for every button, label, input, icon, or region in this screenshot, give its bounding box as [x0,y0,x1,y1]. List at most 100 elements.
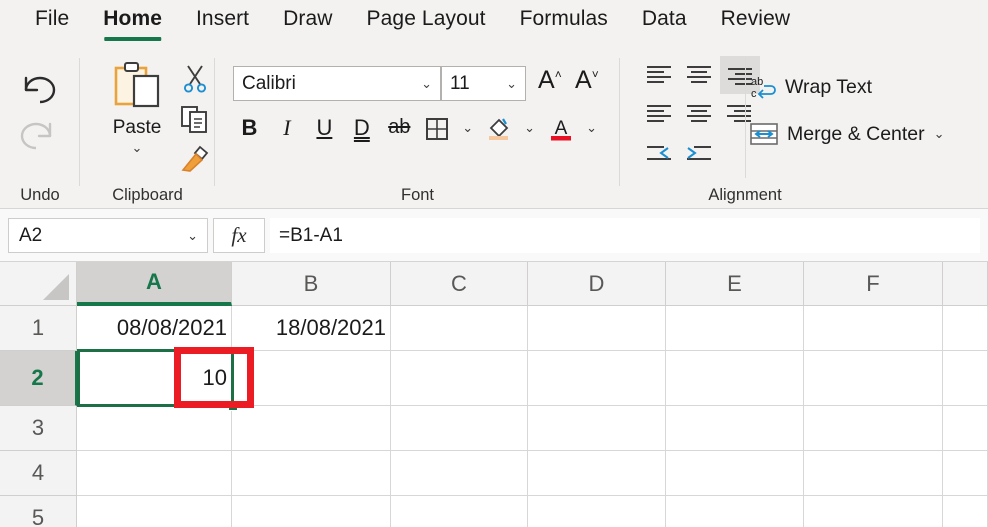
align-middle-left-icon[interactable] [640,100,678,130]
column-header-e[interactable]: E [666,262,804,306]
paste-button[interactable]: Paste ⌄ [97,62,177,154]
cell-d2[interactable] [528,351,666,406]
tab-draw[interactable]: Draw [266,0,349,48]
paste-chevron-down-icon[interactable]: ⌄ [97,141,177,154]
redo-arrow-icon[interactable] [16,116,62,161]
italic-button[interactable]: I [270,115,303,141]
cell-b1[interactable]: 18/08/2021 [232,306,391,351]
cell-f3[interactable] [804,406,943,451]
row-header-3[interactable]: 3 [0,406,77,451]
cell-a2[interactable]: 10 [77,351,232,406]
column-header-b[interactable]: B [232,262,391,306]
tab-formulas[interactable]: Formulas [503,0,625,48]
cell-c4[interactable] [391,451,528,496]
column-header-c[interactable]: C [391,262,528,306]
cell-g2[interactable] [943,351,988,406]
cell-e2[interactable] [666,351,804,406]
decrease-indent-icon[interactable] [640,140,678,170]
double-underline-button[interactable]: D [345,115,378,141]
cell-d3[interactable] [528,406,666,451]
row-header-5[interactable]: 5 [0,496,77,527]
fill-color-icon[interactable] [482,114,515,141]
group-label-undo: Undo [20,186,60,204]
cell-c1[interactable] [391,306,528,351]
tab-data[interactable]: Data [625,0,704,48]
column-header-a[interactable]: A [77,262,232,306]
column-header-g[interactable] [943,262,988,306]
font-name-input[interactable]: Calibri ⌄ [233,66,441,101]
cell-g3[interactable] [943,406,988,451]
copy-icon[interactable] [180,104,210,139]
strikethrough-button[interactable]: ab [383,116,416,139]
grow-font-caret-icon: ˄ [554,67,562,82]
select-all-corner[interactable] [0,262,77,306]
increase-font-size-button[interactable]: A˄ [538,66,562,95]
merge-center-button[interactable]: Merge & Center ⌄ [750,122,945,146]
name-box-chevron-down-icon[interactable]: ⌄ [187,228,207,244]
cell-a5[interactable] [77,496,232,527]
decrease-font-size-button[interactable]: A˅ [575,66,599,95]
cell-a4[interactable] [77,451,232,496]
cell-f2[interactable] [804,351,943,406]
bold-button[interactable]: B [233,115,266,141]
font-color-icon[interactable]: A [544,114,577,141]
cell-f5[interactable] [804,496,943,527]
cell-f1[interactable] [804,306,943,351]
font-size-input[interactable]: 11 ⌄ [441,66,526,101]
merge-center-chevron-down-icon[interactable]: ⌄ [934,126,945,142]
wrap-text-button[interactable]: ab c Wrap Text [750,74,872,101]
cell-d1[interactable] [528,306,666,351]
borders-chevron-down-icon[interactable]: ⌄ [458,120,478,136]
cell-g4[interactable] [943,451,988,496]
column-header-d[interactable]: D [528,262,666,306]
cell-c5[interactable] [391,496,528,527]
tab-review[interactable]: Review [704,0,807,48]
tab-home[interactable]: Home [86,0,179,48]
tab-file[interactable]: File [18,0,86,48]
insert-function-button[interactable]: fx [213,218,265,253]
cell-b3[interactable] [232,406,391,451]
cell-f4[interactable] [804,451,943,496]
cell-b4[interactable] [232,451,391,496]
cell-b5[interactable] [232,496,391,527]
borders-icon[interactable] [420,115,453,141]
group-label-alignment: Alignment [708,186,782,204]
formula-input[interactable]: =B1-A1 [270,218,980,253]
ribbon-group-clipboard: Paste ⌄ Clipboard [80,52,215,209]
increase-indent-icon[interactable] [680,140,718,170]
font-name-chevron-down-icon[interactable]: ⌄ [421,76,440,92]
row-header-1[interactable]: 1 [0,306,77,351]
row-header-4[interactable]: 4 [0,451,77,496]
cell-e3[interactable] [666,406,804,451]
merge-center-icon [750,123,778,145]
cell-e4[interactable] [666,451,804,496]
shrink-font-letter: A [575,66,592,94]
align-top-left-icon[interactable] [640,60,678,90]
scissors-icon[interactable] [180,64,210,99]
tab-insert[interactable]: Insert [179,0,266,48]
row-header-2[interactable]: 2 [0,351,77,406]
cell-b2[interactable] [232,351,391,406]
align-top-center-icon[interactable] [680,60,718,90]
cell-d4[interactable] [528,451,666,496]
align-middle-center-icon[interactable] [680,100,718,130]
cell-a3[interactable] [77,406,232,451]
name-box[interactable]: A2 ⌄ [8,218,208,253]
font-size-chevron-down-icon[interactable]: ⌄ [506,76,525,92]
format-painter-icon[interactable] [180,144,210,179]
column-header-f[interactable]: F [804,262,943,306]
group-label-font: Font [400,186,435,204]
cell-d5[interactable] [528,496,666,527]
cell-a1[interactable]: 08/08/2021 [77,306,232,351]
fill-color-chevron-down-icon[interactable]: ⌄ [520,120,540,136]
cell-c2[interactable] [391,351,528,406]
undo-arrow-icon[interactable] [16,70,62,115]
cell-e1[interactable] [666,306,804,351]
underline-button[interactable]: U [308,115,341,141]
font-color-chevron-down-icon[interactable]: ⌄ [582,120,602,136]
cell-g1[interactable] [943,306,988,351]
cell-c3[interactable] [391,406,528,451]
cell-e5[interactable] [666,496,804,527]
tab-page-layout[interactable]: Page Layout [350,0,503,48]
cell-g5[interactable] [943,496,988,527]
